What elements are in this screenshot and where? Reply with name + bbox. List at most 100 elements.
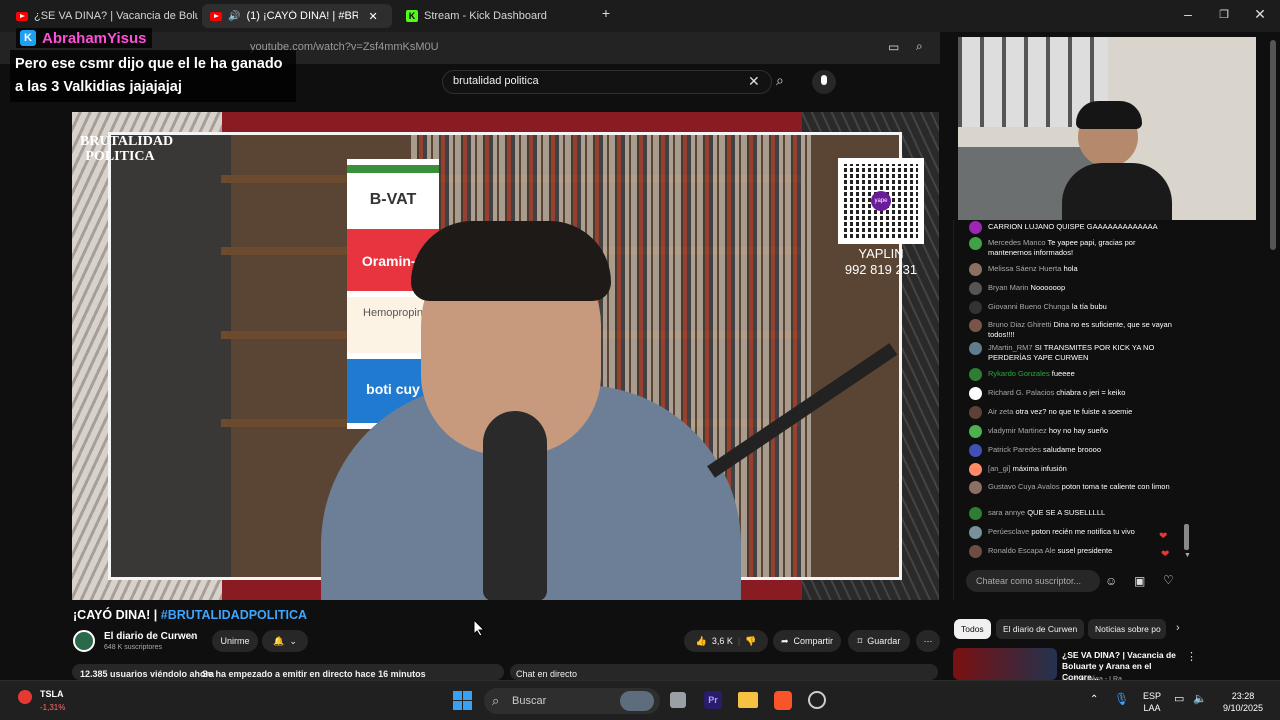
dislike-icon[interactable]: 👎 bbox=[745, 636, 756, 647]
cast-icon[interactable]: ▭ bbox=[888, 40, 899, 54]
chat-author[interactable]: vladymir Martinez bbox=[988, 426, 1047, 435]
save-button[interactable]: ⌑ Guardar bbox=[848, 630, 910, 652]
chat-author[interactable]: Perúesclave bbox=[988, 527, 1029, 536]
chat-avatar[interactable] bbox=[969, 481, 982, 494]
chat-author[interactable]: Air zeta bbox=[988, 407, 1013, 416]
close-tab-icon[interactable]: ✕ bbox=[368, 10, 377, 23]
emoji-icon[interactable]: ☺ bbox=[1105, 574, 1117, 588]
chip-channel[interactable]: El diario de Curwen bbox=[996, 619, 1085, 639]
chevron-up-icon[interactable]: ⌃ bbox=[1090, 694, 1098, 706]
stock-ticker[interactable]: TSLA bbox=[40, 689, 64, 699]
tab-kick-dashboard[interactable]: K Stream - Kick Dashboard bbox=[398, 4, 588, 28]
chat-avatar[interactable] bbox=[969, 545, 982, 558]
language-indicator[interactable]: ESP LAA bbox=[1138, 690, 1166, 714]
chat-message: Melissa Sáenz Huerta hola bbox=[969, 263, 1179, 276]
page-scrollbar[interactable] bbox=[1270, 40, 1276, 250]
taskbar-search[interactable]: ⌕ Buscar bbox=[484, 688, 660, 714]
network-icon[interactable]: ▭ bbox=[1174, 693, 1184, 705]
chevron-right-icon[interactable]: › bbox=[1176, 622, 1180, 634]
minimize-button[interactable]: – bbox=[1178, 6, 1198, 22]
related-thumbnail[interactable] bbox=[953, 648, 1057, 680]
chat-text: otra vez? no que te fuiste a soemie bbox=[1015, 407, 1133, 416]
chat-avatar[interactable] bbox=[969, 368, 982, 381]
chat-author[interactable]: Giovanni Bueno Chunga bbox=[988, 302, 1070, 311]
like-icon[interactable]: 👍 bbox=[696, 636, 707, 647]
chip-news[interactable]: Noticias sobre po bbox=[1088, 619, 1166, 639]
zoom-icon[interactable]: ⌕ bbox=[916, 39, 923, 54]
super-chat-icon[interactable]: ▣ bbox=[1134, 574, 1145, 588]
viewer-count: 12.385 usuarios viéndolo ahora bbox=[80, 669, 215, 679]
video-player[interactable]: B-VAT Oramin-F Hemopropin boti cuy BRUTA… bbox=[72, 112, 939, 600]
chat-avatar[interactable] bbox=[969, 319, 982, 332]
chat-author[interactable]: Richard G. Palacios bbox=[988, 388, 1054, 397]
close-window-button[interactable]: ✕ bbox=[1250, 6, 1270, 23]
chat-avatar[interactable] bbox=[969, 507, 982, 520]
chat-avatar[interactable] bbox=[969, 425, 982, 438]
file-explorer-icon[interactable] bbox=[738, 692, 758, 708]
notification-bell-button[interactable]: 🔔 ⌄ bbox=[262, 630, 308, 652]
join-button[interactable]: Unirme bbox=[212, 630, 258, 652]
bell-icon: 🔔 bbox=[273, 635, 285, 646]
scroll-down-icon[interactable]: ▼ bbox=[1184, 552, 1191, 559]
tab-vacancia[interactable]: ¿SE VA DINA? | Vacancia de Boluarte bbox=[8, 4, 198, 28]
chat-input[interactable]: Chatear como suscriptor... bbox=[966, 570, 1100, 592]
chat-message-body: Bruno Diaz Ghiretti Dina no es suficient… bbox=[988, 320, 1179, 340]
description-box[interactable]: 12.385 usuarios viéndolo ahora Se ha emp… bbox=[72, 664, 504, 680]
chat-text: poton recién me notifica tu vivo bbox=[1031, 527, 1135, 536]
chat-author[interactable]: Gustavo Cuya Avalos bbox=[988, 482, 1060, 491]
chat-author[interactable]: [an_gi] bbox=[988, 464, 1011, 473]
premiere-pro-icon[interactable]: Pr bbox=[704, 691, 722, 709]
chat-author[interactable]: sara annye bbox=[988, 508, 1025, 517]
share-button[interactable]: ➦ Compartir bbox=[773, 630, 841, 652]
new-tab-button[interactable]: + bbox=[596, 5, 616, 21]
volume-icon[interactable]: 🔈 bbox=[1193, 693, 1207, 705]
chip-todos[interactable]: Todos bbox=[954, 619, 991, 639]
chat-text: susel presidente bbox=[1057, 546, 1113, 555]
chat-author[interactable]: Melissa Sáenz Huerta bbox=[988, 264, 1061, 273]
chat-avatar[interactable] bbox=[969, 237, 982, 250]
chat-author[interactable]: Bruno Diaz Ghiretti bbox=[988, 320, 1051, 329]
chat-author[interactable]: Mercedes Manco bbox=[988, 238, 1046, 247]
chat-avatar[interactable] bbox=[969, 526, 982, 539]
like-count[interactable]: 3,6 K bbox=[712, 636, 733, 646]
microphone-tray-icon[interactable]: 🎙 bbox=[1114, 693, 1129, 705]
chat-author[interactable]: JMartin_RM7 bbox=[988, 343, 1033, 352]
heart-react-icon[interactable]: ♡ bbox=[1163, 573, 1174, 587]
start-button[interactable] bbox=[453, 691, 472, 710]
maximize-button[interactable]: ❐ bbox=[1214, 8, 1234, 21]
stock-widget-icon[interactable] bbox=[18, 690, 32, 704]
search-icon[interactable]: ⌕ bbox=[776, 72, 784, 89]
chat-author[interactable]: Rykardo Gonzales bbox=[988, 369, 1050, 378]
chat-author[interactable]: Bryan Marin bbox=[988, 283, 1028, 292]
chat-avatar[interactable] bbox=[969, 282, 982, 295]
chat-avatar[interactable] bbox=[969, 463, 982, 476]
chat-avatar[interactable] bbox=[969, 263, 982, 276]
channel-name[interactable]: El diario de Curwen bbox=[104, 631, 197, 642]
clock-time: 23:28 bbox=[1231, 691, 1255, 701]
voice-search-button[interactable] bbox=[812, 70, 836, 94]
chat-author[interactable]: Ronaldo Escapa Ale bbox=[988, 546, 1056, 555]
title-hashtag[interactable]: #BRUTALIDADPOLITICA bbox=[161, 608, 307, 622]
clear-search-icon[interactable]: ✕ bbox=[748, 73, 760, 90]
chat-text: CARRION LUJANO QUISPE GAAAAAAAAAAAAA bbox=[988, 222, 1158, 231]
chat-avatar[interactable] bbox=[969, 387, 982, 400]
tab-cayo-dina[interactable]: 🔊 (1) ¡CAYÓ DINA! | #BRUTALID ✕ bbox=[202, 4, 392, 28]
title-text: ¡CAYÓ DINA! | bbox=[73, 608, 161, 622]
task-view-icon[interactable] bbox=[670, 692, 686, 708]
obs-icon[interactable] bbox=[808, 691, 826, 709]
chat-avatar[interactable] bbox=[969, 342, 982, 355]
more-icon[interactable]: ⋮ bbox=[1186, 650, 1197, 663]
chat-avatar[interactable] bbox=[969, 406, 982, 419]
chat-scrollbar[interactable] bbox=[1184, 524, 1189, 550]
more-options-button[interactable]: ⋯ bbox=[916, 630, 940, 652]
channel-avatar[interactable] bbox=[73, 630, 95, 652]
brave-browser-icon[interactable] bbox=[774, 691, 792, 710]
yape-number: 992 819 231 bbox=[844, 262, 918, 277]
clock[interactable]: 23:28 9/10/2025 bbox=[1218, 690, 1268, 714]
chat-avatar[interactable] bbox=[969, 444, 982, 457]
youtube-icon bbox=[16, 11, 28, 21]
live-chat-header[interactable]: Chat en directo bbox=[510, 664, 938, 680]
chat-avatar[interactable] bbox=[969, 301, 982, 314]
chat-author[interactable]: Patrick Paredes bbox=[988, 445, 1041, 454]
chat-avatar[interactable] bbox=[969, 221, 982, 234]
